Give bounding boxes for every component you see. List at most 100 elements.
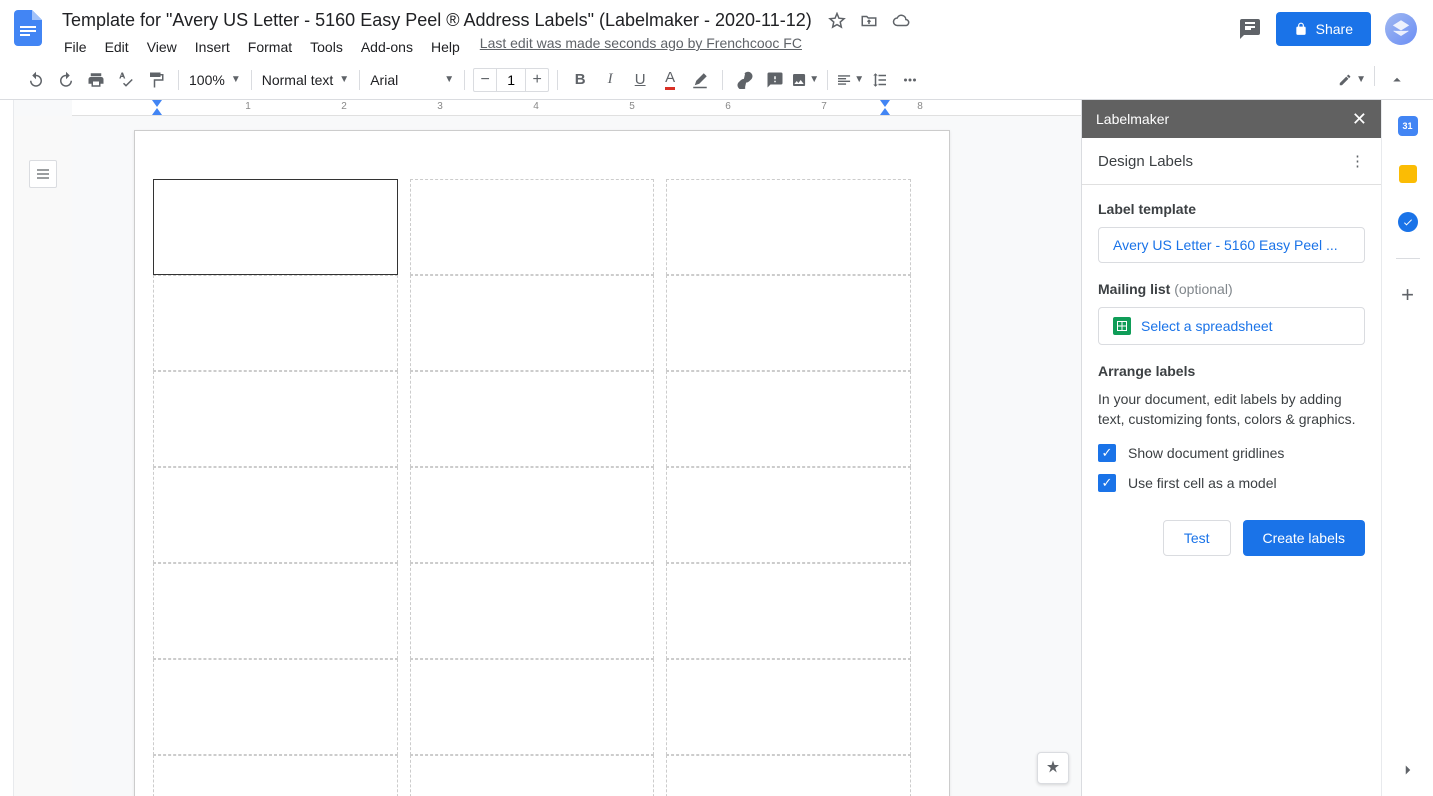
user-avatar[interactable] bbox=[1385, 13, 1417, 45]
rail-separator bbox=[1396, 258, 1420, 259]
label-cell[interactable] bbox=[153, 467, 398, 563]
docs-logo-icon[interactable] bbox=[8, 8, 48, 48]
label-cell[interactable] bbox=[153, 659, 398, 755]
document-outline-button[interactable] bbox=[29, 160, 57, 188]
sheets-icon bbox=[1113, 317, 1131, 335]
last-edit-link[interactable]: Last edit was made seconds ago by French… bbox=[480, 35, 802, 59]
outline-gutter bbox=[14, 116, 72, 796]
insert-comment-button[interactable] bbox=[761, 66, 789, 94]
menu-file[interactable]: File bbox=[56, 35, 95, 59]
menu-edit[interactable]: Edit bbox=[97, 35, 137, 59]
ruler-tick: 8 bbox=[917, 101, 923, 112]
comments-icon[interactable] bbox=[1238, 17, 1262, 41]
test-button[interactable]: Test bbox=[1163, 520, 1231, 556]
label-cell[interactable] bbox=[666, 179, 911, 275]
spreadsheet-selector[interactable]: Select a spreadsheet bbox=[1098, 307, 1365, 345]
ruler-right-indent-marker[interactable] bbox=[880, 100, 890, 107]
horizontal-ruler[interactable]: 1 2 3 4 5 6 7 8 bbox=[72, 100, 1081, 116]
align-button[interactable]: ▼ bbox=[836, 66, 864, 94]
create-labels-button[interactable]: Create labels bbox=[1243, 520, 1366, 556]
firstcell-checkbox-row[interactable]: ✓ Use first cell as a model bbox=[1098, 474, 1365, 492]
label-cell[interactable] bbox=[410, 275, 655, 371]
collapse-toolbar-button[interactable] bbox=[1383, 66, 1411, 94]
font-size-decrement[interactable]: − bbox=[474, 69, 496, 91]
highlight-button[interactable] bbox=[686, 66, 714, 94]
zoom-select[interactable]: 100%▼ bbox=[187, 68, 243, 92]
document-title[interactable]: Template for "Avery US Letter - 5160 Eas… bbox=[56, 8, 818, 33]
ruler-tick: 1 bbox=[245, 101, 251, 112]
more-options-icon[interactable]: ⋮ bbox=[1350, 152, 1365, 170]
tasks-icon[interactable] bbox=[1396, 210, 1420, 234]
font-select[interactable]: Arial▼ bbox=[368, 68, 456, 92]
collapse-rail-icon[interactable] bbox=[1396, 758, 1420, 782]
paint-format-button[interactable] bbox=[142, 66, 170, 94]
ruler-tick: 3 bbox=[437, 101, 443, 112]
star-icon[interactable] bbox=[828, 12, 846, 30]
menu-format[interactable]: Format bbox=[240, 35, 300, 59]
cloud-status-icon[interactable] bbox=[892, 12, 910, 30]
label-cell[interactable] bbox=[153, 371, 398, 467]
ruler-left-indent-marker[interactable] bbox=[152, 100, 162, 107]
label-cell[interactable] bbox=[410, 179, 655, 275]
print-button[interactable] bbox=[82, 66, 110, 94]
menu-view[interactable]: View bbox=[139, 35, 185, 59]
font-size-stepper[interactable]: − + bbox=[473, 68, 549, 92]
undo-button[interactable] bbox=[22, 66, 50, 94]
label-cell[interactable] bbox=[666, 755, 911, 796]
label-cell[interactable] bbox=[666, 563, 911, 659]
text-color-button[interactable]: A bbox=[656, 66, 684, 94]
gridlines-checkbox-row[interactable]: ✓ Show document gridlines bbox=[1098, 444, 1365, 462]
sidebar-subtitle-row: Design Labels ⋮ bbox=[1082, 138, 1381, 185]
label-cell[interactable] bbox=[666, 659, 911, 755]
label-cell[interactable] bbox=[153, 755, 398, 796]
explore-button[interactable] bbox=[1037, 752, 1069, 784]
italic-button[interactable]: I bbox=[596, 66, 624, 94]
label-cell[interactable] bbox=[666, 275, 911, 371]
menu-insert[interactable]: Insert bbox=[187, 35, 238, 59]
checkbox-checked-icon: ✓ bbox=[1098, 474, 1116, 492]
paragraph-style-select[interactable]: Normal text▼ bbox=[260, 68, 351, 92]
line-spacing-button[interactable] bbox=[866, 66, 894, 94]
template-selector[interactable]: Avery US Letter - 5160 Easy Peel ... bbox=[1098, 227, 1365, 263]
close-icon[interactable]: ✕ bbox=[1352, 109, 1367, 130]
redo-button[interactable] bbox=[52, 66, 80, 94]
font-size-input[interactable] bbox=[496, 69, 526, 91]
menu-addons[interactable]: Add-ons bbox=[353, 35, 421, 59]
label-cell[interactable] bbox=[410, 755, 655, 796]
label-cell[interactable] bbox=[410, 659, 655, 755]
add-addon-icon[interactable]: + bbox=[1396, 283, 1420, 307]
insert-link-button[interactable] bbox=[731, 66, 759, 94]
ruler-right-margin-marker[interactable] bbox=[880, 108, 890, 115]
more-button[interactable] bbox=[896, 66, 924, 94]
arrange-section: Arrange labels In your document, edit la… bbox=[1098, 363, 1365, 492]
document-area[interactable]: 1 2 3 4 5 6 7 8 bbox=[14, 100, 1081, 796]
spellcheck-button[interactable] bbox=[112, 66, 140, 94]
document-page[interactable] bbox=[134, 130, 950, 796]
vertical-ruler-gutter bbox=[0, 100, 14, 796]
checkbox-checked-icon: ✓ bbox=[1098, 444, 1116, 462]
ruler-tick: 6 bbox=[725, 101, 731, 112]
ruler-tick: 7 bbox=[821, 101, 827, 112]
menu-tools[interactable]: Tools bbox=[302, 35, 351, 59]
label-cell[interactable] bbox=[410, 467, 655, 563]
keep-icon[interactable] bbox=[1396, 162, 1420, 186]
label-cell[interactable] bbox=[410, 371, 655, 467]
label-cell[interactable] bbox=[666, 467, 911, 563]
ruler-left-margin-marker[interactable] bbox=[152, 108, 162, 115]
right-rail: 31 + bbox=[1381, 100, 1433, 796]
label-cell[interactable] bbox=[153, 275, 398, 371]
share-button[interactable]: Share bbox=[1276, 12, 1371, 46]
insert-image-button[interactable]: ▼ bbox=[791, 66, 819, 94]
label-cell-active[interactable] bbox=[153, 179, 398, 275]
underline-button[interactable]: U bbox=[626, 66, 654, 94]
menu-help[interactable]: Help bbox=[423, 35, 468, 59]
font-size-increment[interactable]: + bbox=[526, 69, 548, 91]
label-cell[interactable] bbox=[410, 563, 655, 659]
calendar-icon[interactable]: 31 bbox=[1396, 114, 1420, 138]
bold-button[interactable]: B bbox=[566, 66, 594, 94]
ruler-tick: 4 bbox=[533, 101, 539, 112]
label-cell[interactable] bbox=[666, 371, 911, 467]
label-cell[interactable] bbox=[153, 563, 398, 659]
move-icon[interactable] bbox=[860, 12, 878, 30]
editing-mode-button[interactable]: ▼ bbox=[1338, 66, 1366, 94]
